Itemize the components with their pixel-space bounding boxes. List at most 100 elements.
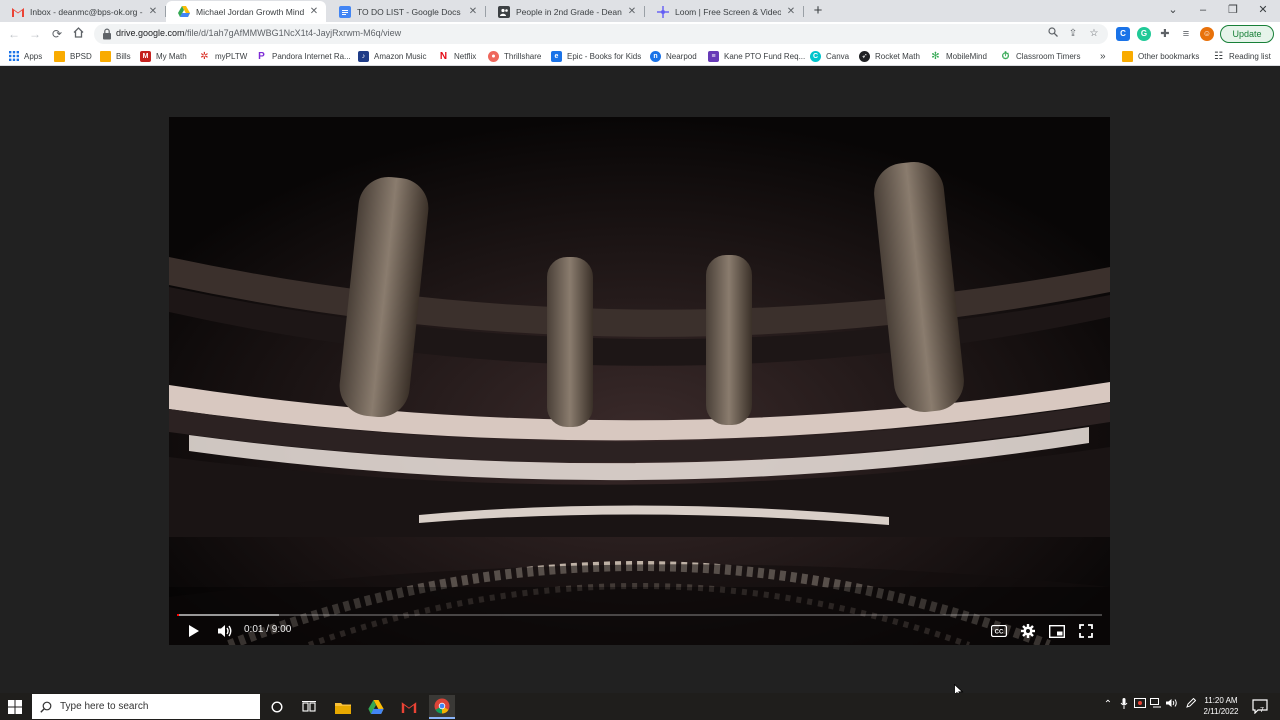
tab-google-drive[interactable]: Michael Jordan Growth Mindfuln ✕ [166, 1, 326, 22]
new-tab-button[interactable]: + [810, 3, 826, 19]
bookmark-mobilemind[interactable]: ✻ MobileMind [930, 49, 987, 63]
bookmark-nearpod[interactable]: n Nearpod [650, 49, 697, 63]
extensions-puzzle-icon[interactable]: ✚ [1158, 27, 1172, 41]
rocket-math-icon: ➶ [859, 50, 870, 62]
task-view-button[interactable] [296, 695, 322, 719]
bookmark-canva[interactable]: C Canva [810, 49, 849, 63]
clock-time: 11:20 AM [1204, 696, 1238, 705]
close-icon[interactable]: ✕ [785, 6, 797, 17]
extension-c-icon[interactable]: C [1116, 27, 1130, 41]
play-button[interactable] [182, 621, 206, 641]
bookmark-mypltw[interactable]: ✲ myPLTW [199, 49, 247, 63]
fullscreen-button[interactable] [1074, 621, 1098, 641]
clock-date: 2/11/2022 [1203, 707, 1239, 716]
volume-icon[interactable] [1165, 698, 1179, 712]
bookmark-bills[interactable]: Bills [100, 49, 131, 63]
pandora-icon: P [258, 50, 265, 62]
tab-loom[interactable]: Loom | Free Screen & Video Rec ✕ [645, 1, 803, 22]
bookmark-bpsd[interactable]: BPSD [54, 49, 92, 63]
volume-icon [218, 625, 232, 637]
tray-chevron-up-icon[interactable]: ⌃ [1101, 698, 1115, 712]
settings-button[interactable] [1016, 621, 1040, 641]
file-explorer-icon [335, 702, 351, 714]
screen-record-icon[interactable] [1133, 698, 1147, 712]
bookmark-classroom-timers[interactable]: ⏱ Classroom Timers [1000, 49, 1081, 63]
tab-people[interactable]: People in 2nd Grade - Dean HR/ ✕ [486, 1, 644, 22]
restore-button[interactable]: ❐ [1218, 0, 1248, 22]
bookmark-apps[interactable]: Apps [8, 49, 42, 63]
close-icon[interactable]: ✕ [308, 6, 320, 17]
file-explorer-button[interactable] [330, 695, 356, 719]
volume-button[interactable] [213, 621, 237, 641]
microphone-icon[interactable] [1117, 698, 1131, 712]
bookmark-other-bookmarks[interactable]: Other bookmarks [1122, 49, 1199, 63]
profile-avatar-icon[interactable]: ☺ [1200, 27, 1214, 41]
apps-grid-icon [8, 51, 19, 62]
tab-title: Michael Jordan Growth Mindfuln [196, 6, 304, 17]
captions-button[interactable]: CC [987, 621, 1011, 641]
cortana-circle-icon [271, 701, 283, 713]
address-bar[interactable]: drive.google.com/file/d/1ah7gAfMMWBG1NcX… [94, 24, 1108, 44]
back-button[interactable]: ← [6, 26, 22, 42]
cortana-button[interactable] [264, 695, 290, 719]
system-clock[interactable]: 11:20 AM 2/11/2022 [1197, 695, 1245, 717]
extension-grammarly-icon[interactable]: G [1137, 27, 1151, 41]
notification-count-badge: 7 [1260, 707, 1264, 714]
windows-taskbar: Type here to search ⌃ 11:20 AM 2/11/2022… [0, 693, 1280, 720]
bookmark-thrillshare[interactable]: ● Thrillshare [488, 49, 541, 63]
canva-icon: C [810, 50, 821, 62]
home-button[interactable] [70, 26, 86, 42]
bookmark-my-math[interactable]: M My Math [140, 49, 187, 63]
progress-bar[interactable] [177, 614, 1102, 616]
gmail-app-button[interactable] [396, 695, 422, 719]
close-window-button[interactable]: ✕ [1248, 0, 1278, 22]
pen-icon[interactable] [1184, 697, 1198, 712]
reload-button[interactable]: ⟳ [49, 26, 65, 42]
google-drive-icon [178, 6, 190, 18]
bookmark-kane-pto[interactable]: ≡ Kane PTO Fund Req... [708, 49, 805, 63]
tab-title: People in 2nd Grade - Dean HR/ [516, 6, 622, 17]
tab-google-docs[interactable]: TO DO LIST - Google Docs ✕ [327, 1, 485, 22]
bookmark-reading-list[interactable]: ☷ Reading list [1213, 49, 1271, 63]
update-button[interactable]: Update [1220, 25, 1274, 43]
bookmark-rocket-math[interactable]: ➶ Rocket Math [859, 49, 920, 63]
play-icon [189, 625, 199, 637]
windows-start-icon[interactable] [6, 698, 24, 716]
captions-icon: CC [991, 625, 1007, 637]
bookmark-star-icon[interactable]: ☆ [1087, 27, 1101, 41]
gear-icon [1021, 624, 1035, 638]
taskbar-search-box[interactable]: Type here to search [32, 694, 260, 719]
tab-gmail[interactable]: Inbox - deanmc@bps-ok.org - Bi ✕ [0, 1, 165, 22]
tab-search-chevron-icon[interactable]: ⌄ [1158, 0, 1188, 22]
bookmarks-overflow-chevron-icon[interactable]: » [1100, 49, 1106, 63]
minimize-button[interactable]: – [1188, 0, 1218, 22]
time-display: 0:01 / 9:00 [244, 624, 292, 635]
task-view-icon [302, 701, 316, 712]
pltw-icon: ✲ [200, 50, 209, 62]
people-icon [498, 5, 510, 18]
close-icon[interactable]: ✕ [626, 6, 638, 17]
close-icon[interactable]: ✕ [147, 6, 159, 17]
miniplayer-icon [1049, 624, 1065, 638]
bookmark-pandora[interactable]: P Pandora Internet Ra... [256, 49, 351, 63]
zoom-icon[interactable] [1046, 27, 1060, 41]
miniplayer-button[interactable] [1045, 621, 1069, 641]
bookmark-epic[interactable]: e Epic - Books for Kids [551, 49, 641, 63]
chrome-app-button[interactable] [429, 695, 455, 719]
share-icon[interactable]: ⇪ [1066, 27, 1080, 41]
mobilemind-icon: ✻ [931, 50, 940, 62]
forward-button[interactable]: → [27, 26, 43, 42]
lock-icon[interactable] [102, 28, 112, 40]
folder-icon [54, 50, 65, 62]
bookmark-amazon-music[interactable]: ♪ Amazon Music [358, 49, 426, 63]
reading-mode-icon[interactable]: ≡ [1179, 27, 1193, 41]
network-icon[interactable] [1149, 698, 1163, 712]
video-player[interactable]: 0:01 / 9:00 CC [169, 117, 1110, 645]
search-placeholder: Type here to search [60, 701, 149, 712]
thrillshare-icon: ● [488, 50, 499, 62]
close-icon[interactable]: ✕ [467, 6, 479, 17]
bookmark-netflix[interactable]: N Netflix [438, 49, 476, 63]
folder-icon [100, 50, 111, 62]
google-drive-app-button[interactable] [363, 695, 389, 719]
search-icon [40, 701, 52, 713]
